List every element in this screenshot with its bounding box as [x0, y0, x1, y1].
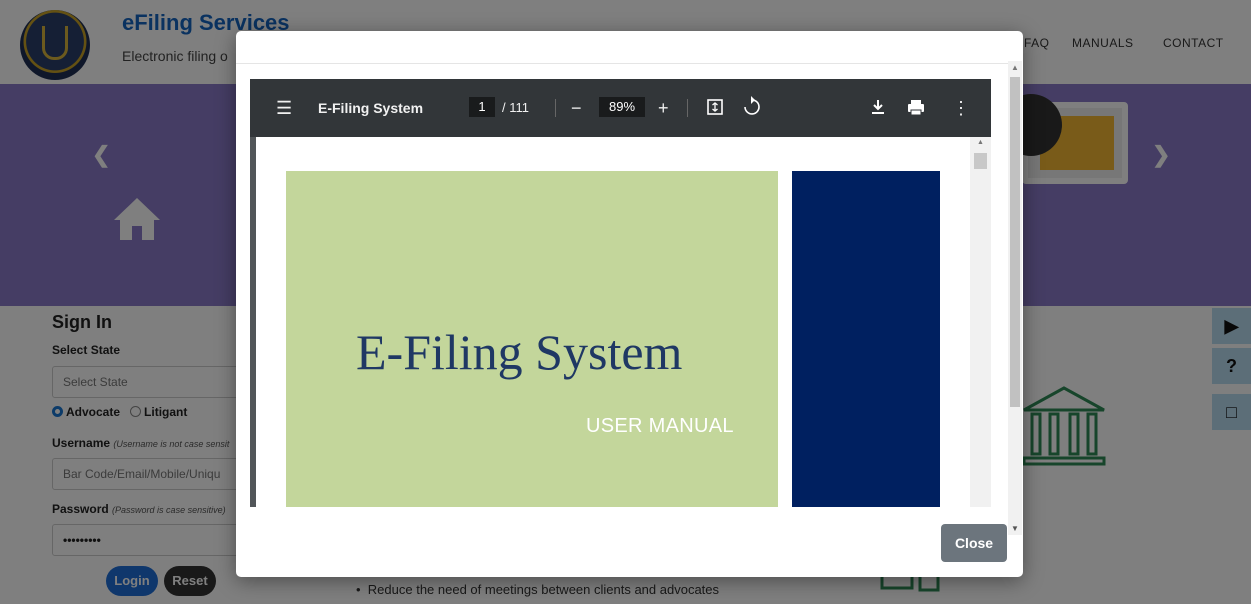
- pdf-page: E-Filing System USER MANUAL: [256, 137, 970, 507]
- pdf-viewer: ☰ E-Filing System 1 / 111 − 89% + ⋮ E-Fi…: [250, 79, 991, 507]
- manual-modal: ☰ E-Filing System 1 / 111 − 89% + ⋮ E-Fi…: [236, 31, 1023, 577]
- modal-header-divider: [236, 63, 1008, 64]
- scroll-up-icon[interactable]: ▲: [970, 139, 991, 146]
- zoom-in-icon[interactable]: +: [658, 79, 669, 137]
- pdf-toolbar: ☰ E-Filing System 1 / 111 − 89% + ⋮: [250, 79, 991, 137]
- print-icon[interactable]: [907, 79, 925, 137]
- modal-scrollbar[interactable]: ▲ ▼: [1008, 61, 1022, 535]
- pdf-title: E-Filing System: [318, 100, 424, 116]
- document-title: E-Filing System: [356, 324, 683, 380]
- pdf-scroll-thumb[interactable]: [974, 153, 987, 169]
- pdf-page-area[interactable]: E-Filing System USER MANUAL ▲: [250, 137, 991, 507]
- cover-navy-panel: [792, 171, 940, 507]
- menu-icon[interactable]: ☰: [276, 79, 292, 137]
- modal-scroll-down-icon[interactable]: ▼: [1008, 524, 1022, 533]
- zoom-out-icon[interactable]: −: [571, 79, 582, 137]
- toolbar-separator: [687, 99, 688, 117]
- zoom-input[interactable]: 89%: [599, 97, 645, 117]
- document-subtitle: USER MANUAL: [586, 415, 734, 437]
- rotate-icon[interactable]: [742, 79, 760, 137]
- total-pages: / 111: [502, 100, 529, 115]
- close-button[interactable]: Close: [941, 524, 1007, 562]
- fit-page-icon[interactable]: [706, 79, 724, 137]
- pdf-scrollbar[interactable]: ▲: [970, 137, 991, 507]
- modal-scroll-thumb[interactable]: [1010, 77, 1020, 407]
- page-number-input[interactable]: 1: [469, 97, 495, 117]
- modal-scroll-up-icon[interactable]: ▲: [1008, 63, 1022, 72]
- download-icon[interactable]: [870, 79, 886, 137]
- toolbar-separator: [555, 99, 556, 117]
- more-options-icon[interactable]: ⋮: [952, 79, 970, 137]
